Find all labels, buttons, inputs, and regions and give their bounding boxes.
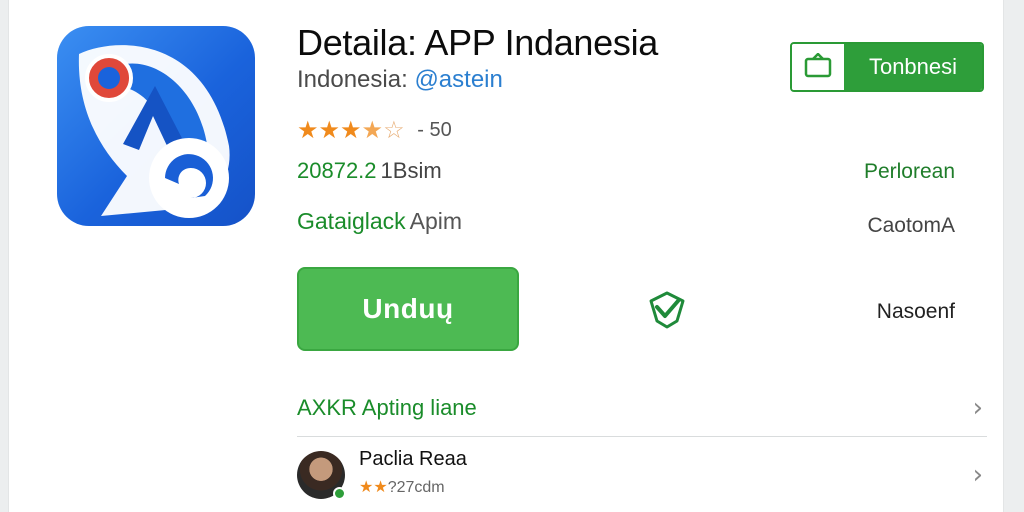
monitor-icon bbox=[792, 44, 844, 90]
downloads-value: 20872.2 bbox=[297, 158, 377, 183]
reviewer-name: Paclia Reaa bbox=[359, 447, 467, 470]
category-type: Apim bbox=[409, 208, 463, 234]
install-button[interactable]: Unduų bbox=[297, 267, 519, 351]
meta-text-3: Nasoenf bbox=[876, 300, 955, 323]
review-row[interactable]: Paclia Reaa ★★?27cdm › bbox=[297, 446, 987, 504]
avatar bbox=[297, 451, 346, 500]
chevron-right-icon: › bbox=[972, 460, 983, 490]
star-icon: ★ bbox=[318, 117, 341, 144]
category-line: Gataiglack Apim bbox=[297, 208, 462, 235]
header-action-label: Tonbnesi bbox=[844, 44, 982, 90]
star-icon: ★ bbox=[297, 117, 319, 144]
review-stars: ★★ bbox=[359, 478, 388, 496]
review-subline: ★★?27cdm bbox=[359, 477, 973, 497]
developer-line: Indonesia: @astein bbox=[297, 66, 503, 94]
half-star-icon: ★ bbox=[361, 117, 384, 144]
star-icon: ★ bbox=[340, 117, 362, 144]
developer-link[interactable]: @astein bbox=[414, 66, 502, 93]
review-sub-text: ?27cdm bbox=[387, 478, 445, 496]
downloads-unit: 1Bsim bbox=[380, 158, 442, 183]
developer-prefix: Indonesia: bbox=[297, 66, 408, 93]
meta-text-2: CaotomA bbox=[867, 214, 955, 237]
downloads-line: 20872.2 1Bsim bbox=[297, 158, 442, 184]
empty-star-icon: ☆ bbox=[383, 117, 405, 144]
rating-row: ★★★★☆ - 50 bbox=[297, 116, 452, 145]
app-detail-card: Detaila: APP Indanesia Indonesia: @astei… bbox=[8, 0, 1004, 512]
section-label: AXKR Apting liane bbox=[297, 395, 477, 420]
chevron-right-icon: › bbox=[972, 393, 983, 423]
page-title: Detaila: APP Indanesia bbox=[297, 22, 658, 63]
verified-check-icon bbox=[647, 291, 687, 334]
meta-link-1[interactable]: Perlorean bbox=[864, 160, 955, 184]
category-link[interactable]: Gataiglack bbox=[297, 208, 406, 234]
online-badge-icon bbox=[333, 487, 346, 500]
section-row[interactable]: AXKR Apting liane › bbox=[297, 380, 987, 437]
app-logo-icon bbox=[57, 26, 255, 226]
rating-count: - 50 bbox=[417, 119, 452, 141]
review-text: Paclia Reaa ★★?27cdm bbox=[359, 448, 973, 497]
header-action-button[interactable]: Tonbnesi bbox=[790, 42, 984, 92]
